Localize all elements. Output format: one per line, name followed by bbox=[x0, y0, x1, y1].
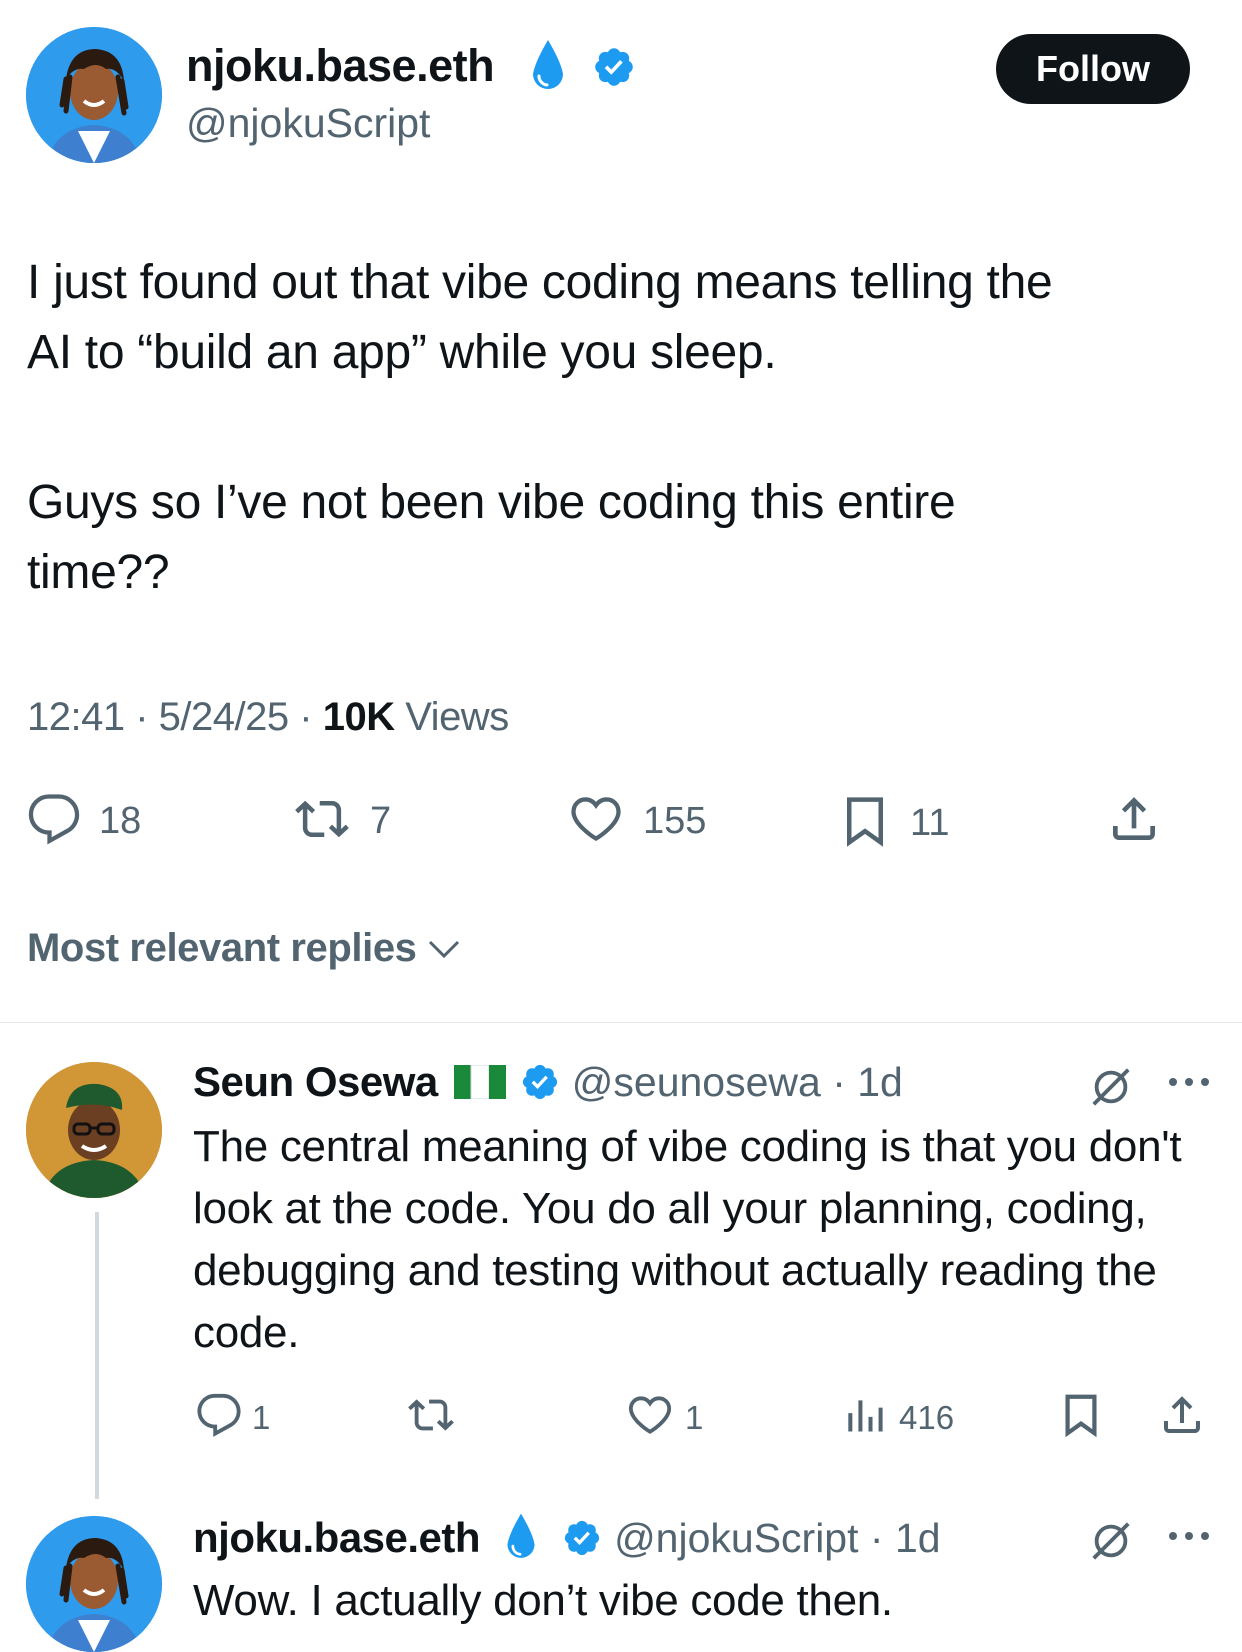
reply-views-count: 416 bbox=[899, 1398, 955, 1436]
water-droplet-icon bbox=[502, 1511, 540, 1565]
grok-icon[interactable] bbox=[1088, 1518, 1134, 1569]
reply-share-button[interactable] bbox=[1158, 1390, 1206, 1445]
repost-icon bbox=[292, 792, 352, 851]
thread-connector-line bbox=[95, 1212, 99, 1499]
views-label: Views bbox=[405, 695, 509, 739]
reply2-author-handle[interactable]: @njokuScript bbox=[614, 1515, 858, 1562]
bookmark-count: 11 bbox=[910, 802, 950, 844]
views-count: 10K bbox=[322, 695, 395, 739]
repost-count: 7 bbox=[370, 800, 392, 842]
reply2-age[interactable]: 1d bbox=[895, 1515, 941, 1562]
reply-like-count: 1 bbox=[685, 1398, 704, 1436]
bookmark-icon bbox=[838, 792, 892, 855]
reply-author-avatar[interactable] bbox=[26, 1062, 162, 1198]
bookmark-button[interactable]: 11 bbox=[838, 792, 949, 855]
chevron-down-icon bbox=[427, 938, 461, 965]
water-droplet-icon bbox=[527, 38, 569, 101]
section-divider bbox=[0, 1022, 1242, 1023]
verified-badge-icon bbox=[562, 1518, 602, 1558]
meta-separator: · bbox=[820, 1058, 858, 1105]
reply-author-handle[interactable]: @seunosewa bbox=[572, 1059, 821, 1106]
reply-text: The central meaning of vibe coding is th… bbox=[193, 1122, 1182, 1357]
author-avatar[interactable] bbox=[26, 27, 162, 163]
reply-count: 18 bbox=[99, 800, 142, 842]
reply-repost-button[interactable] bbox=[405, 1392, 457, 1443]
nigeria-flag-icon bbox=[453, 1065, 506, 1099]
tweet-time[interactable]: 12:41 bbox=[27, 695, 125, 739]
meta-separator: · bbox=[299, 695, 323, 739]
reply2-author-name[interactable]: njoku.base.eth bbox=[193, 1514, 481, 1562]
reply-views-button[interactable]: 416 bbox=[843, 1392, 954, 1443]
reply-reply-button[interactable]: 1 bbox=[196, 1392, 270, 1443]
heart-icon bbox=[567, 792, 625, 851]
reply-button[interactable]: 18 bbox=[27, 792, 141, 851]
reply-icon bbox=[27, 792, 81, 851]
reply-like-button[interactable]: 1 bbox=[625, 1392, 703, 1443]
tweet-date[interactable]: 5/24/25 bbox=[159, 695, 289, 739]
like-button[interactable]: 155 bbox=[567, 792, 706, 851]
reply2-text: Wow. I actually don’t vibe code then. bbox=[193, 1576, 893, 1625]
tweet-text-paragraph-2: Guys so I’ve not been vibe coding this e… bbox=[27, 476, 956, 599]
heart-icon bbox=[625, 1392, 675, 1443]
reply2-header: njoku.base.eth @njokuScript · 1d bbox=[193, 1511, 941, 1565]
replies-filter-label: Most relevant replies bbox=[27, 926, 417, 970]
views-chart-icon bbox=[843, 1392, 887, 1443]
reply-icon bbox=[196, 1392, 242, 1443]
share-button[interactable] bbox=[1106, 790, 1162, 853]
replies-filter-dropdown[interactable]: Most relevant replies bbox=[27, 926, 461, 971]
reply-age[interactable]: 1d bbox=[857, 1059, 903, 1106]
bookmark-icon bbox=[1058, 1390, 1104, 1445]
grok-icon[interactable] bbox=[1088, 1064, 1134, 1115]
reply-bookmark-button[interactable] bbox=[1058, 1390, 1104, 1445]
meta-separator: · bbox=[135, 695, 159, 739]
reply-author-name[interactable]: Seun Osewa bbox=[193, 1058, 438, 1106]
tweet-text-paragraph-1: I just found out that vibe coding means … bbox=[27, 256, 1053, 379]
reply-reply-count: 1 bbox=[252, 1398, 271, 1436]
author-name[interactable]: njoku.base.eth bbox=[186, 40, 495, 92]
meta-separator: · bbox=[858, 1514, 895, 1561]
reply2-author-avatar[interactable] bbox=[26, 1516, 162, 1652]
verified-badge-icon bbox=[520, 1062, 560, 1102]
author-handle[interactable]: @njokuScript bbox=[186, 100, 430, 147]
more-icon[interactable] bbox=[1166, 1528, 1212, 1549]
tweet-meta: 12:41 · 5/24/25 · 10K Views bbox=[27, 695, 509, 740]
verified-badge-icon bbox=[592, 45, 636, 94]
share-icon bbox=[1106, 790, 1162, 853]
repost-button[interactable]: 7 bbox=[292, 792, 391, 851]
more-icon[interactable] bbox=[1166, 1074, 1212, 1095]
repost-icon bbox=[405, 1392, 457, 1443]
follow-button[interactable]: Follow bbox=[996, 34, 1190, 104]
reply-header: Seun Osewa @seunosewa · 1d bbox=[193, 1058, 903, 1106]
like-count: 155 bbox=[643, 800, 707, 842]
share-icon bbox=[1158, 1390, 1206, 1445]
